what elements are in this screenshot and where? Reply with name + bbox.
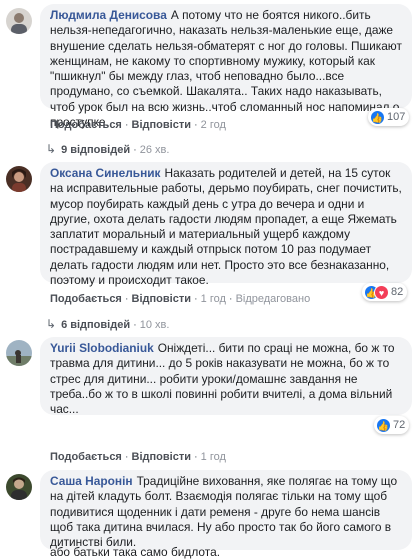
view-replies-link[interactable]: ↳ 6 відповідей · 10 хв. — [46, 316, 169, 332]
comment-bubble: Саша Наронін Традиційне виховання, яке по… — [40, 470, 412, 550]
comment-time[interactable]: 2 год — [201, 119, 226, 131]
separator: · — [193, 451, 198, 463]
avatar[interactable] — [6, 8, 32, 34]
separator: · — [124, 119, 129, 131]
comment-footer-text: або батьки така само бидлота. — [50, 545, 221, 559]
love-icon: ♥ — [374, 284, 389, 300]
comment-time[interactable]: 1 год — [201, 451, 226, 463]
edited-label[interactable]: Відредаговано — [236, 293, 311, 305]
comment-actions: Подобається · Відповісти · 2 год — [50, 117, 226, 133]
comment-bubble: Yurii Slobodianiuk Оніждеті... бити по ср… — [40, 337, 412, 416]
avatar-photo-icon — [6, 8, 32, 34]
replies-count[interactable]: 6 відповідей — [61, 319, 130, 331]
like-icon: 👍 — [376, 417, 391, 433]
separator: · — [133, 319, 137, 331]
replies-time: 26 хв. — [139, 144, 170, 156]
reaction-summary[interactable]: 👍 107 — [368, 108, 410, 126]
like-button[interactable]: Подобається — [50, 293, 122, 305]
separator: · — [133, 144, 137, 156]
comment-text: А потому что не боятся никого..бить нель… — [50, 8, 402, 130]
avatar[interactable] — [6, 166, 32, 192]
like-button[interactable]: Подобається — [50, 451, 122, 463]
comment-text: Наказать родителей и детей, на 15 суток … — [50, 166, 402, 288]
reaction-count: 82 — [391, 286, 404, 299]
avatar-photo-icon — [6, 340, 32, 366]
reaction-count: 72 — [393, 419, 406, 432]
comment-author[interactable]: Саша Наронін — [50, 474, 133, 488]
like-button[interactable]: Подобається — [50, 119, 122, 131]
comment-author[interactable]: Yurii Slobodianiuk — [50, 341, 154, 355]
avatar[interactable] — [6, 340, 32, 366]
separator: · — [228, 293, 233, 305]
replies-time: 10 хв. — [139, 319, 170, 331]
reply-button[interactable]: Відповісти — [132, 293, 191, 305]
comment-actions: Подобається · Відповісти · 1 год — [50, 449, 226, 465]
like-icon: 👍 — [370, 109, 385, 125]
reaction-summary[interactable]: 👍 72 — [374, 416, 410, 434]
reply-button[interactable]: Відповісти — [132, 451, 191, 463]
separator: · — [124, 293, 129, 305]
reply-arrow-icon: ↳ — [46, 142, 57, 156]
reaction-count: 107 — [387, 111, 406, 124]
comment-author[interactable]: Оксана Синельник — [50, 166, 161, 180]
comment-actions: Подобається · Відповісти · 1 год · Відредагова… — [50, 291, 310, 307]
view-replies-link[interactable]: ↳ 9 відповідей · 26 хв. — [46, 141, 169, 157]
avatar[interactable] — [6, 474, 32, 500]
separator: · — [124, 451, 129, 463]
separator: · — [193, 119, 198, 131]
comment-bubble: Людмила Денисова А потому что не боятся н… — [40, 4, 412, 129]
comment-author[interactable]: Людмила Денисова — [50, 8, 167, 22]
comment-time[interactable]: 1 год — [201, 293, 226, 305]
separator: · — [193, 293, 198, 305]
avatar-photo-icon — [6, 166, 32, 192]
comment-bubble: Оксана Синельник Наказать родителей и дет… — [40, 162, 412, 287]
avatar-photo-icon — [6, 474, 32, 500]
reaction-summary[interactable]: 👍 ♥ 82 — [362, 283, 408, 301]
reply-arrow-icon: ↳ — [46, 317, 57, 331]
replies-count[interactable]: 9 відповідей — [61, 144, 130, 156]
reply-button[interactable]: Відповісти — [132, 119, 191, 131]
